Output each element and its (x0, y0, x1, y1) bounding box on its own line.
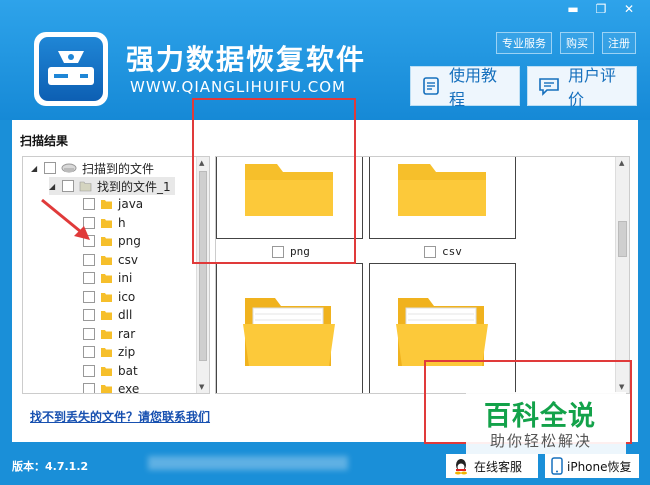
pro-service-link[interactable]: 专业服务 (496, 32, 552, 54)
watermark: 百科全说 助你轻松解决 (466, 392, 626, 454)
tree-item-label: bat (118, 364, 138, 378)
qq-icon (455, 459, 467, 475)
window-controls: ▬ ❐ ✕ (566, 2, 636, 16)
tree-item[interactable]: rar (83, 325, 135, 343)
file-label: csv (424, 245, 462, 258)
file-label-text: csv (442, 245, 462, 258)
scroll-thumb[interactable] (618, 221, 627, 257)
tree-checkbox[interactable] (83, 309, 95, 321)
file-thumbnail[interactable] (369, 157, 516, 239)
tree-checkbox[interactable] (83, 346, 95, 358)
online-service-label: 在线客服 (474, 459, 523, 474)
drive-icon (61, 163, 77, 173)
tree-item[interactable]: bat (83, 362, 138, 380)
online-service-button[interactable]: 在线客服 (446, 454, 538, 478)
file-checkbox[interactable] (424, 245, 436, 258)
tree-checkbox[interactable] (62, 180, 74, 192)
folder-icon (101, 219, 112, 228)
minimize-icon[interactable]: ▬ (566, 2, 580, 16)
buy-link[interactable]: 购买 (560, 32, 594, 54)
tree-checkbox[interactable] (83, 272, 95, 284)
tree-checkbox[interactable] (83, 291, 95, 303)
tree-item-label: ico (118, 290, 136, 304)
arrow-icon (41, 198, 90, 240)
folder-icon (101, 256, 112, 265)
contact-us-link[interactable]: 找不到丢失的文件？请您联系我们 (30, 408, 210, 425)
phone-icon (551, 457, 563, 475)
folder-icon (101, 348, 112, 357)
tree-item-label: csv (118, 253, 138, 267)
app-title: 强力数据恢复软件 (126, 43, 367, 76)
tree-root[interactable]: ◢ 扫描到的文件 (31, 159, 154, 177)
tree-item-label: zip (118, 345, 136, 359)
folder-icon (79, 181, 92, 192)
open-folder-icon (243, 298, 335, 366)
iphone-recovery-button[interactable]: iPhone恢复 (545, 454, 639, 478)
tree-checkbox[interactable] (83, 254, 95, 266)
tree-item-label: ini (118, 271, 133, 285)
hard-drive-icon (39, 37, 103, 101)
tree-item-label: rar (118, 327, 136, 341)
iphone-recovery-label: iPhone恢复 (567, 459, 632, 474)
tree-item[interactable]: csv (83, 251, 138, 269)
folder-icon (398, 164, 486, 216)
tree-item[interactable]: ico (83, 288, 135, 306)
tree-checkbox[interactable] (44, 162, 56, 174)
tree-checkbox[interactable] (83, 365, 95, 377)
open-folder-icon (396, 298, 488, 366)
tutorial-label: 使用教程 (449, 66, 498, 109)
footer: 版本：4.7.1.2 在线客服 iPhone恢复 (0, 446, 650, 485)
document-icon (423, 77, 439, 95)
register-link[interactable]: 注册 (602, 32, 636, 54)
top-links: 专业服务 购买 注册 (496, 32, 636, 54)
tutorial-button[interactable]: 使用教程 (410, 66, 520, 109)
collapse-icon[interactable]: ◢ (31, 164, 39, 173)
restore-icon[interactable]: ❐ (594, 2, 608, 16)
tree-item[interactable]: zip (83, 343, 135, 361)
folder-icon (101, 237, 112, 246)
folder-icon (101, 367, 112, 376)
tree-item-label: dll (118, 308, 133, 322)
tree-item[interactable]: dll (83, 306, 132, 324)
review-label: 用户评价 (568, 66, 617, 109)
review-button[interactable]: 用户评价 (527, 66, 637, 109)
tree-checkbox[interactable] (83, 328, 95, 340)
watermark-title: 百科全说 (484, 401, 596, 432)
folder-icon (101, 330, 112, 339)
blurred-area (148, 456, 348, 470)
comment-icon (539, 78, 559, 96)
close-icon[interactable]: ✕ (622, 2, 636, 16)
tree-root-label: 扫描到的文件 (82, 161, 155, 176)
version-label: 版本：4.7.1.2 (12, 460, 89, 473)
tree-item-label: exe (118, 382, 140, 394)
folder-icon (101, 274, 112, 283)
app-url: WWW.QIANGLIHUIFU.COM (130, 78, 346, 96)
tree-item-label: h (118, 216, 126, 230)
highlight-box (192, 98, 356, 264)
tree-child-label: 找到的文件_1 (97, 179, 171, 194)
file-tree: ◢ 扫描到的文件 ◢ 找到的文件_1 java h png csv ini ic… (22, 156, 210, 394)
app-logo (34, 32, 108, 106)
file-thumbnail[interactable] (216, 263, 363, 393)
folder-icon (101, 293, 112, 302)
collapse-icon[interactable]: ◢ (49, 182, 57, 191)
tree-item[interactable]: ini (83, 269, 132, 287)
folder-icon (101, 200, 112, 209)
tree-child[interactable]: ◢ 找到的文件_1 (49, 177, 175, 195)
folder-icon (101, 311, 112, 320)
panel-title: 扫描结果 (20, 134, 69, 148)
scroll-up-icon[interactable]: ▲ (619, 159, 624, 167)
tree-item-label: java (118, 197, 144, 211)
tree-checkbox[interactable] (83, 383, 95, 393)
folder-icon (101, 385, 112, 393)
grid-scrollbar[interactable]: ▲ ▼ (615, 157, 629, 393)
scroll-down-icon[interactable]: ▼ (199, 383, 204, 391)
tree-item-label: png (118, 234, 141, 248)
tree-item[interactable]: exe (83, 380, 140, 394)
